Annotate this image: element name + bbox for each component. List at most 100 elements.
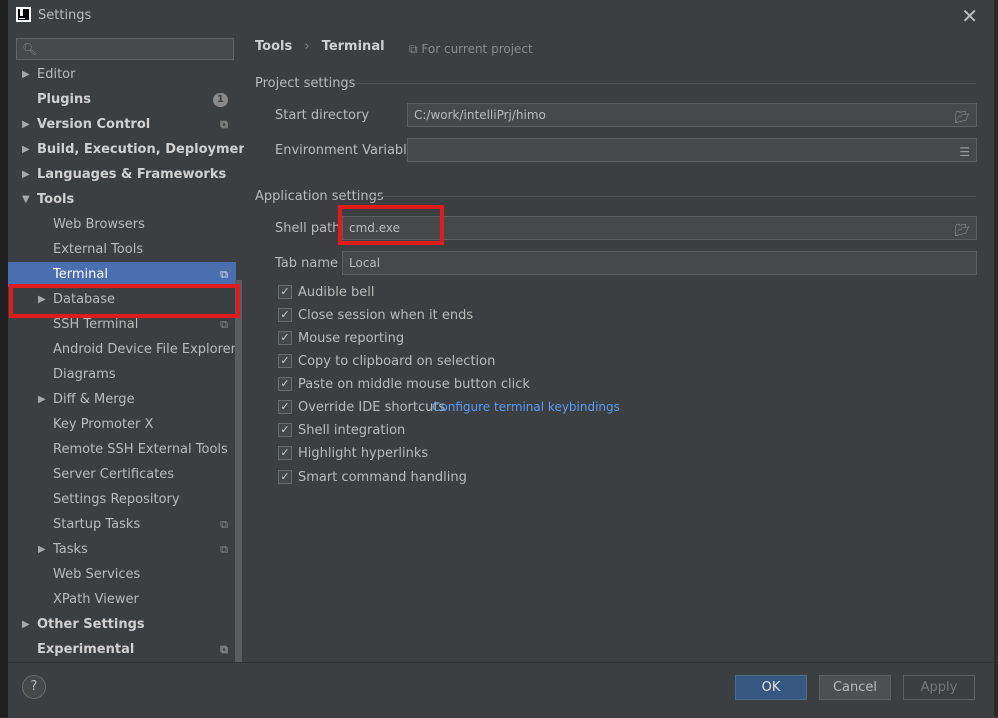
folder-icon[interactable]: 📂︎: [955, 106, 970, 128]
settings-content: Tools › Terminal ⧉ For current project P…: [244, 30, 998, 662]
sidebar-item-server-certificates[interactable]: Server Certificates: [8, 462, 236, 487]
sidebar-item-label: Diagrams: [53, 367, 116, 382]
sidebar-item-remote-ssh-external-tools[interactable]: Remote SSH External Tools: [8, 437, 236, 462]
checkbox-checked-icon[interactable]: ✓: [278, 423, 292, 437]
sidebar-item-diagrams[interactable]: Diagrams: [8, 362, 236, 387]
settings-sidebar: 🔍︎ ▶ Editor Plugins 1 ▶ Version Control …: [8, 30, 244, 662]
sidebar-item-label: Startup Tasks: [53, 517, 141, 532]
help-button[interactable]: ?: [22, 675, 46, 699]
chevron-right-icon: ▶: [22, 169, 30, 180]
project-scope-icon: ⧉: [220, 543, 228, 556]
sidebar-item-label: External Tools: [53, 242, 144, 257]
sidebar-item-label: Other Settings: [37, 617, 145, 632]
close-icon[interactable]: ✕: [961, 4, 978, 28]
tab-name-value: Local: [349, 256, 381, 270]
checkbox-checked-icon[interactable]: ✓: [278, 377, 292, 391]
checkbox-checked-icon[interactable]: ✓: [278, 285, 292, 299]
sidebar-item-tools[interactable]: ▼ Tools: [8, 187, 236, 212]
list-edit-icon[interactable]: ☰: [959, 141, 970, 163]
chevron-right-icon: ▶: [22, 69, 30, 80]
sidebar-item-key-promoter-x[interactable]: Key Promoter X: [8, 412, 236, 437]
sidebar-item-experimental[interactable]: Experimental ⧉: [8, 637, 236, 662]
shell-path-label: Shell path: [275, 221, 341, 236]
sidebar-item-label: Key Promoter X: [53, 417, 154, 432]
search-icon: 🔍︎: [22, 42, 38, 56]
sidebar-item-label: Remote SSH External Tools: [53, 442, 228, 457]
intellij-app-icon: [16, 7, 31, 22]
sidebar-item-startup-tasks[interactable]: Startup Tasks ⧉: [8, 512, 236, 537]
sidebar-item-external-tools[interactable]: External Tools: [8, 237, 236, 262]
chevron-right-icon: ▶: [38, 544, 46, 555]
sidebar-item-xpath-viewer[interactable]: XPath Viewer: [8, 587, 236, 612]
sidebar-item-label: Tools: [37, 192, 75, 207]
chevron-down-icon: ▼: [22, 194, 30, 205]
tab-name-field[interactable]: Local: [342, 251, 977, 275]
breadcrumb-current: Terminal: [321, 39, 385, 54]
sidebar-item-label: Version Control: [37, 117, 151, 132]
environment-variables-field[interactable]: ☰: [407, 138, 977, 162]
sidebar-item-other-settings[interactable]: ▶ Other Settings: [8, 612, 236, 637]
scope-indicator: ⧉ For current project: [409, 42, 533, 57]
project-settings-title: Project settings: [255, 76, 356, 91]
sidebar-item-settings-repository[interactable]: Settings Repository: [8, 487, 236, 512]
highlight-box-terminal: [9, 284, 240, 318]
sidebar-item-label: Tasks: [53, 542, 88, 557]
breadcrumb-separator: ›: [304, 39, 310, 54]
checkbox-label: Smart command handling: [298, 470, 467, 485]
checkbox-label: Highlight hyperlinks: [298, 446, 429, 461]
checkbox-label: Override IDE shortcuts: [298, 400, 446, 415]
sidebar-item-web-services[interactable]: Web Services: [8, 562, 236, 587]
sidebar-scrollbar[interactable]: [235, 280, 242, 662]
chevron-right-icon: ▶: [22, 119, 30, 130]
apply-button[interactable]: Apply: [903, 675, 975, 700]
environment-variables-label: Environment Variables: [275, 143, 422, 158]
sidebar-item-label: Editor: [37, 67, 76, 82]
sidebar-item-editor[interactable]: ▶ Editor: [8, 62, 236, 87]
sidebar-item-label: Experimental: [37, 642, 135, 657]
sidebar-item-label: Build, Execution, Deployment: [37, 142, 244, 157]
sidebar-item-build[interactable]: ▶ Build, Execution, Deployment: [8, 137, 244, 162]
sidebar-item-label: Settings Repository: [53, 492, 180, 507]
sidebar-item-languages[interactable]: ▶ Languages & Frameworks: [8, 162, 236, 187]
breadcrumb-parent[interactable]: Tools: [255, 39, 292, 54]
checkbox-label: Paste on middle mouse button click: [298, 377, 530, 392]
checkbox-checked-icon[interactable]: ✓: [278, 354, 292, 368]
sidebar-item-label: Web Browsers: [53, 217, 145, 232]
background-edge: [0, 0, 8, 717]
configure-keybindings-link[interactable]: Configure terminal keybindings: [432, 400, 620, 414]
checkbox-checked-icon[interactable]: ✓: [278, 470, 292, 484]
start-directory-value: C:/work/intelliPrj/himo: [414, 108, 546, 122]
checkbox-checked-icon[interactable]: ✓: [278, 331, 292, 345]
sidebar-item-tasks[interactable]: ▶ Tasks ⧉: [8, 537, 236, 562]
update-count-badge: 1: [213, 93, 228, 107]
sidebar-item-label: Languages & Frameworks: [37, 167, 227, 182]
project-scope-icon: ⧉: [220, 118, 228, 131]
sidebar-item-web-browsers[interactable]: Web Browsers: [8, 212, 236, 237]
breadcrumb: Tools › Terminal: [255, 39, 385, 54]
sidebar-item-diff-merge[interactable]: ▶ Diff & Merge: [8, 387, 236, 412]
cancel-button[interactable]: Cancel: [819, 675, 891, 700]
tab-name-label: Tab name: [275, 256, 339, 271]
search-input[interactable]: 🔍︎: [16, 38, 234, 60]
checkbox-label: Audible bell: [298, 285, 375, 300]
dialog-footer: ? OK Cancel Apply: [8, 662, 998, 718]
folder-icon[interactable]: 📂︎: [955, 219, 970, 241]
sidebar-item-android-device-file-explorer[interactable]: Android Device File Explorer: [8, 337, 236, 362]
checkbox-label: Mouse reporting: [298, 331, 405, 346]
sidebar-item-label: XPath Viewer: [53, 592, 139, 607]
checkbox-label: Shell integration: [298, 423, 406, 438]
sidebar-item-label: Diff & Merge: [53, 392, 135, 407]
checkbox-checked-icon[interactable]: ✓: [278, 400, 292, 414]
chevron-right-icon: ▶: [22, 619, 30, 630]
chevron-right-icon: ▶: [22, 144, 30, 155]
start-directory-field[interactable]: C:/work/intelliPrj/himo 📂︎: [407, 103, 977, 127]
sidebar-item-label: Plugins: [37, 92, 91, 107]
divider: [374, 196, 976, 197]
checkbox-checked-icon[interactable]: ✓: [278, 308, 292, 322]
checkbox-label: Close session when it ends: [298, 308, 474, 323]
ok-button[interactable]: OK: [735, 675, 807, 700]
sidebar-item-version-control[interactable]: ▶ Version Control ⧉: [8, 112, 236, 137]
checkbox-checked-icon[interactable]: ✓: [278, 446, 292, 460]
sidebar-item-plugins[interactable]: Plugins 1: [8, 87, 236, 112]
start-directory-label: Start directory: [275, 108, 370, 123]
